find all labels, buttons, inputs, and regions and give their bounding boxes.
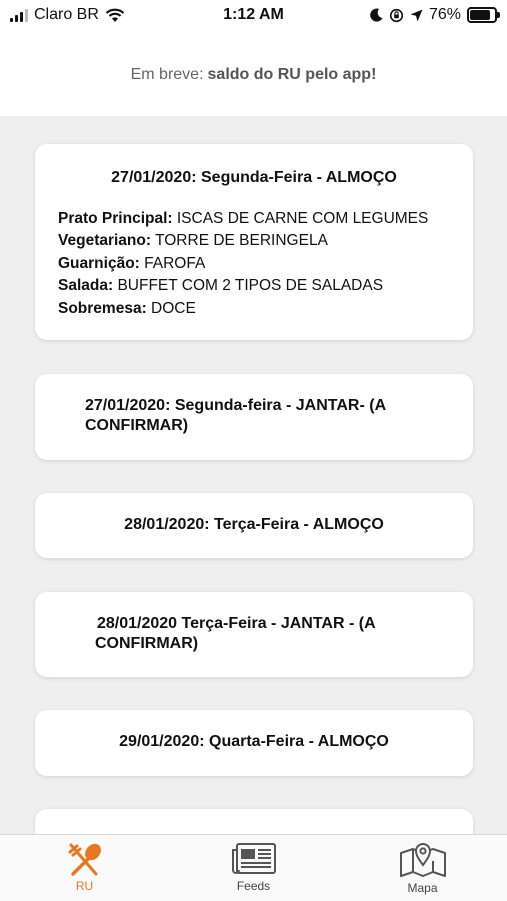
location-arrow-icon (410, 9, 423, 21)
detail-label: Sobremesa: (58, 299, 147, 317)
menu-card[interactable]: 27/01/2020: Segunda-Feira - ALMOÇO Prato… (35, 144, 473, 340)
menu-card-title: 28/01/2020: Terça-Feira - ALMOÇO (124, 516, 384, 533)
menu-card[interactable]: 27/01/2020: Segunda-feira - JANTAR- (A C… (35, 374, 473, 460)
title-line: 28/01/2020 Terça-Feira - JANTAR - (A (97, 615, 376, 632)
status-right: 76% (370, 6, 500, 24)
battery-icon (467, 7, 500, 23)
menu-card-title: 28/01/2020 Terça-Feira - JANTAR - (A CON… (95, 614, 473, 654)
menu-list[interactable]: 27/01/2020: Segunda-Feira - ALMOÇO Prato… (0, 116, 507, 834)
menu-card-title: 29/01/2020: Quarta-Feira - ALMOÇO (119, 733, 389, 750)
menu-card-detail: Prato Principal: ISCAS DE CARNE COM LEGU… (35, 208, 473, 320)
detail-value: FAROFA (144, 254, 206, 272)
newspaper-icon (231, 843, 276, 874)
moon-icon (370, 8, 383, 22)
tab-label: RU (75, 879, 94, 893)
rotation-lock-icon (389, 8, 404, 22)
title-line: CONFIRMAR) (95, 635, 199, 652)
detail-value: DOCE (151, 299, 196, 317)
detail-label: Salada: (58, 277, 114, 295)
detail-line: Salada: BUFFET COM 2 TIPOS DE SALADAS (58, 275, 473, 297)
utensils-icon (68, 843, 101, 876)
battery-percent: 76% (428, 6, 461, 23)
detail-line: Vegetariano: TORRE DE BERINGELA (58, 230, 473, 252)
detail-label: Prato Principal: (58, 210, 173, 227)
title-line: CONFIRMAR) (85, 417, 189, 434)
status-bar: Claro BR 1:12 AM 76% (0, 0, 507, 34)
detail-value: TORRE DE BERINGELA (155, 232, 328, 250)
tab-bar: RU Feeds Mapa (0, 834, 507, 901)
detail-line: Sobremesa: DOCE (58, 298, 473, 320)
tab-label: Feeds (236, 879, 271, 893)
menu-card-title: 27/01/2020: Segunda-Feira - ALMOÇO (111, 169, 397, 186)
menu-card[interactable]: 28/01/2020 Terça-Feira - JANTAR - (A CON… (35, 592, 473, 677)
menu-card[interactable] (35, 809, 473, 834)
battery-fill (470, 10, 490, 20)
detail-label: Vegetariano: (58, 232, 152, 250)
detail-line: Guarnição: FAROFA (58, 253, 473, 275)
tab-ru[interactable]: RU (0, 835, 169, 901)
detail-value: ISCAS DE CARNE COM LEGUMES (176, 210, 429, 227)
notice-prefix: Em breve: (130, 66, 204, 83)
tab-feeds[interactable]: Feeds (169, 835, 338, 901)
menu-card-title: 27/01/2020: Segunda-feira - JANTAR- (A C… (85, 396, 473, 436)
tab-mapa[interactable]: Mapa (338, 835, 507, 901)
notice-highlight: saldo do RU pelo app! (207, 66, 377, 83)
menu-card[interactable]: 29/01/2020: Quarta-Feira - ALMOÇO (35, 710, 473, 776)
menu-card[interactable]: 28/01/2020: Terça-Feira - ALMOÇO (35, 493, 473, 558)
title-line: 27/01/2020: Segunda-feira - JANTAR- (A (85, 397, 387, 414)
notice-banner: Em breve: saldo do RU pelo app! (0, 34, 507, 116)
detail-line: Prato Principal: ISCAS DE CARNE COM LEGU… (58, 208, 473, 230)
detail-label: Guarnição: (58, 254, 140, 272)
tab-label: Mapa (407, 881, 438, 895)
detail-value: BUFFET COM 2 TIPOS DE SALADAS (117, 277, 384, 295)
map-pin-icon (399, 843, 446, 877)
